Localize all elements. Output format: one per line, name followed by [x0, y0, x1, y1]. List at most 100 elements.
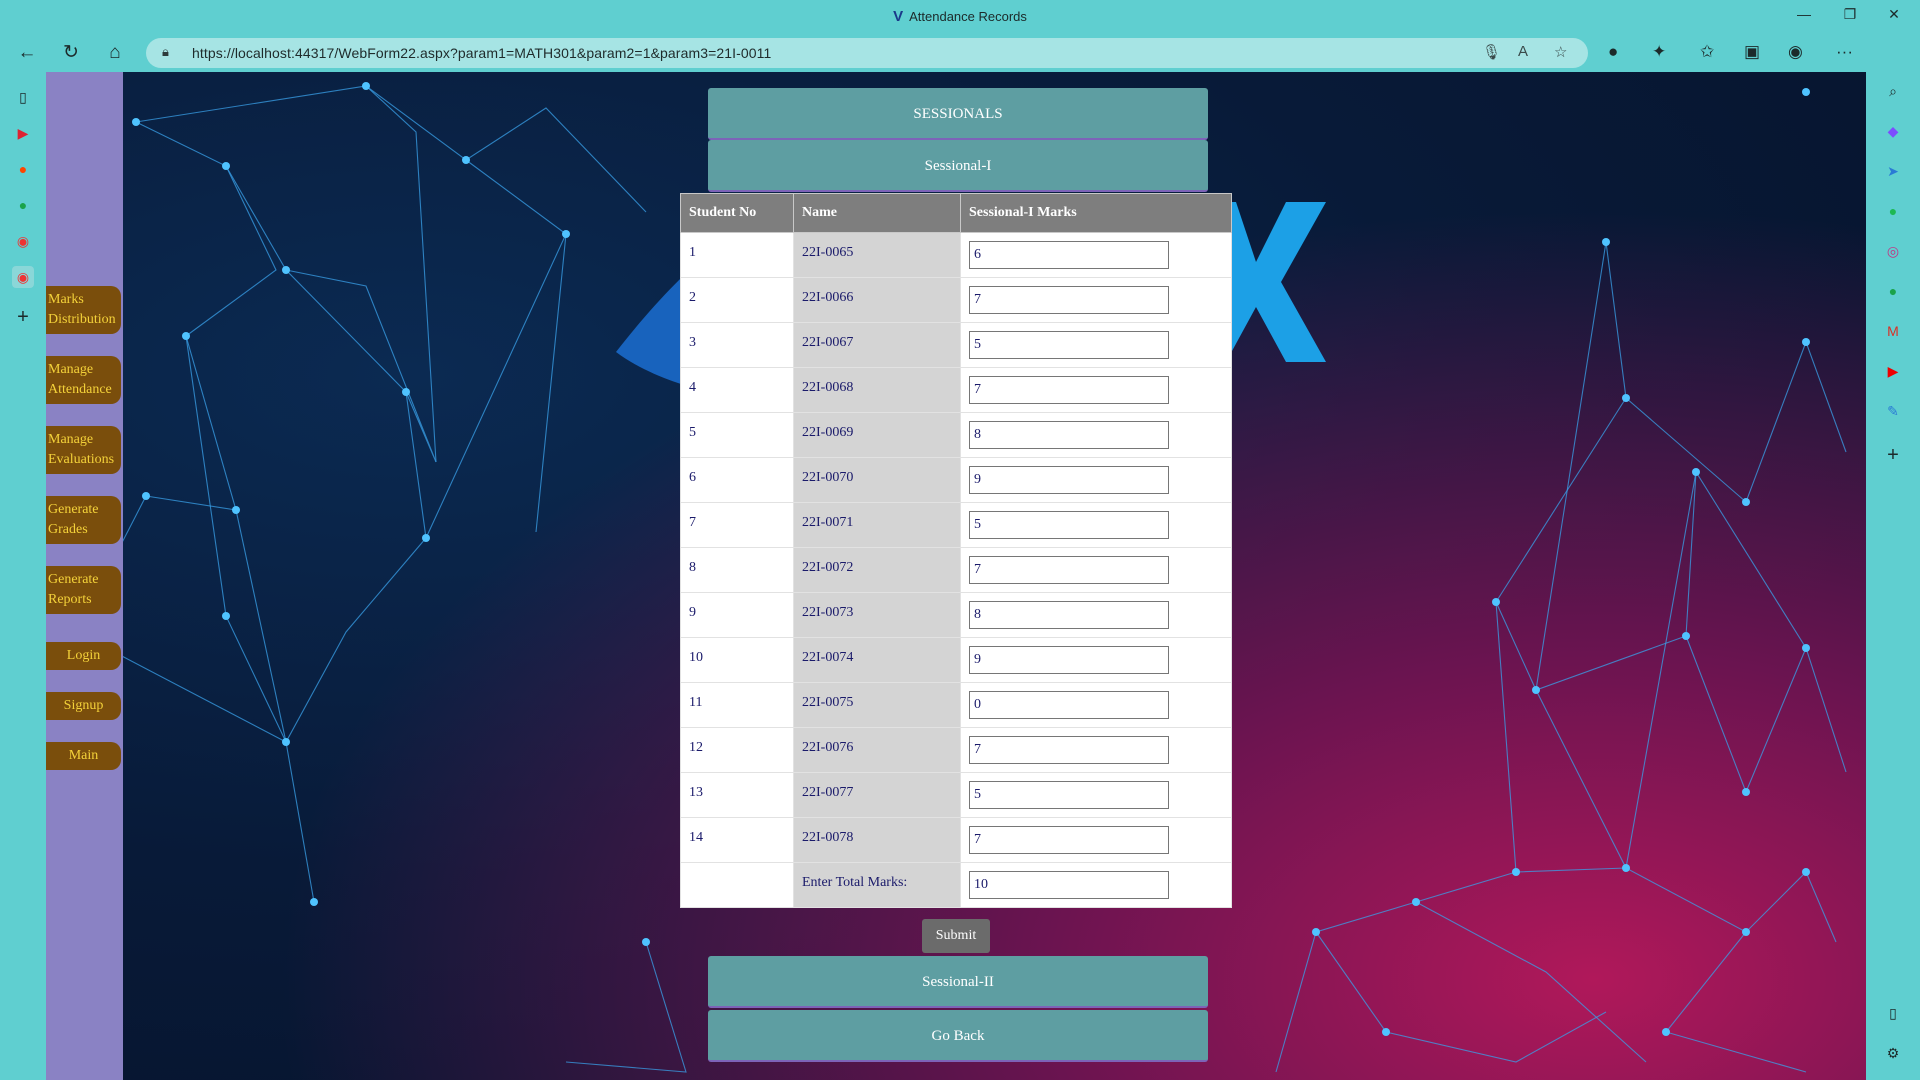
puzzle-icon[interactable]: ✦	[1652, 42, 1666, 62]
student-name-cell: 22I-0078	[793, 817, 961, 863]
table-row: 12 22I-0076	[680, 727, 1232, 773]
go-back-button[interactable]: Go Back	[708, 1010, 1208, 1062]
marks-input[interactable]	[969, 781, 1169, 809]
close-button[interactable]: ✕	[1874, 6, 1914, 23]
main-button[interactable]: Main	[46, 742, 121, 770]
extension-icon[interactable]: ●	[1608, 42, 1618, 62]
sessional-1-button[interactable]: Sessional-I	[708, 140, 1208, 192]
tab-youtube-icon[interactable]: ▶	[12, 122, 34, 144]
title-bar: V Attendance Records — ❐ ✕	[0, 0, 1920, 34]
submit-button[interactable]: Submit	[922, 919, 990, 953]
table-row: 11 22I-0075	[680, 682, 1232, 728]
search-icon[interactable]: ⌕	[1882, 80, 1904, 102]
manage-evaluations-button[interactable]: Manage Evaluations	[46, 426, 121, 474]
whatsapp-icon[interactable]: ●	[1882, 280, 1904, 302]
column-header-student-no: Student No	[680, 193, 794, 233]
marks-cell	[960, 322, 1232, 368]
favorite-star-icon[interactable]: ☆	[1554, 43, 1567, 61]
tab-whatsapp-icon[interactable]: ●	[12, 194, 34, 216]
window-title: V Attendance Records	[0, 8, 1920, 25]
student-no-cell: 5	[680, 412, 794, 458]
read-aloud-icon[interactable]: A	[1518, 43, 1528, 60]
signup-button[interactable]: Signup	[46, 692, 121, 720]
tab-reddit-icon[interactable]: ●	[12, 158, 34, 180]
add-sidebar-app-icon[interactable]: +	[1882, 444, 1904, 466]
marks-cell	[960, 817, 1232, 863]
instagram-icon[interactable]: ◎	[1882, 240, 1904, 262]
login-button[interactable]: Login	[46, 642, 121, 670]
copilot-icon[interactable]: ◆	[1882, 120, 1904, 142]
refresh-icon[interactable]: ↻	[56, 40, 86, 66]
table-body: 122I-0065222I-0066322I-0067422I-0068522I…	[680, 232, 1232, 863]
table-row: 2 22I-0066	[680, 277, 1232, 323]
spotify-icon[interactable]: ●	[1882, 200, 1904, 222]
back-arrow-icon[interactable]: ←	[12, 40, 42, 66]
total-marks-label: Enter Total Marks:	[793, 862, 961, 908]
marks-input[interactable]	[969, 736, 1169, 764]
tab-record-icon[interactable]: ◉	[12, 230, 34, 252]
restore-button[interactable]: ❐	[1830, 6, 1870, 23]
student-no-cell: 4	[680, 367, 794, 413]
total-marks-row: Enter Total Marks:	[680, 862, 1232, 908]
microphone-icon[interactable]: 🎙︎	[1482, 43, 1501, 61]
marks-input[interactable]	[969, 826, 1169, 854]
youtube-icon[interactable]: ▶	[1882, 360, 1904, 382]
marks-cell	[960, 412, 1232, 458]
table-row: 4 22I-0068	[680, 367, 1232, 413]
student-name-cell: 22I-0068	[793, 367, 961, 413]
hide-sidebar-icon[interactable]: ▯	[1882, 1002, 1904, 1024]
sessional-2-button[interactable]: Sessional-II	[708, 956, 1208, 1008]
marks-input[interactable]	[969, 511, 1169, 539]
tab-actions-icon[interactable]: ▯	[12, 86, 34, 108]
marks-input[interactable]	[969, 331, 1169, 359]
settings-gear-icon[interactable]: ⚙	[1882, 1042, 1904, 1064]
student-no-cell: 14	[680, 817, 794, 863]
total-empty-cell	[680, 862, 794, 908]
marks-input[interactable]	[969, 556, 1169, 584]
marks-cell	[960, 547, 1232, 593]
column-header-name: Name	[793, 193, 961, 233]
sessionals-header-button[interactable]: SESSIONALS	[708, 88, 1208, 140]
student-no-cell: 13	[680, 772, 794, 818]
marks-input[interactable]	[969, 286, 1169, 314]
student-name-cell: 22I-0074	[793, 637, 961, 683]
student-no-cell: 2	[680, 277, 794, 323]
marks-distribution-button[interactable]: Marks Distribution	[46, 286, 121, 334]
student-no-cell: 1	[680, 232, 794, 278]
favorites-icon[interactable]: ✩	[1700, 42, 1714, 62]
manage-attendance-button[interactable]: Manage Attendance	[46, 356, 121, 404]
generate-grades-button[interactable]: Generate Grades	[46, 496, 121, 544]
minimize-button[interactable]: —	[1784, 6, 1824, 22]
gmail-icon[interactable]: M	[1882, 320, 1904, 342]
more-menu-icon[interactable]: ···	[1836, 42, 1853, 62]
student-no-cell: 6	[680, 457, 794, 503]
marks-table: Student No Name Sessional-I Marks 1 22I-0…	[680, 193, 1232, 908]
student-no-cell: 11	[680, 682, 794, 728]
table-row: 1 22I-0065	[680, 232, 1232, 278]
url-text: https://localhost:44317/WebForm22.aspx?p…	[192, 45, 772, 61]
marks-input[interactable]	[969, 421, 1169, 449]
student-name-cell: 22I-0067	[793, 322, 961, 368]
marks-input[interactable]	[969, 691, 1169, 719]
student-no-cell: 9	[680, 592, 794, 638]
total-marks-input[interactable]	[969, 871, 1169, 899]
marks-input[interactable]	[969, 376, 1169, 404]
table-row: 14 22I-0078	[680, 817, 1232, 863]
marks-input[interactable]	[969, 601, 1169, 629]
marks-input[interactable]	[969, 466, 1169, 494]
collections-icon[interactable]: ▣	[1744, 42, 1760, 62]
telegram-icon[interactable]: ➤	[1882, 160, 1904, 182]
marks-input[interactable]	[969, 241, 1169, 269]
app-icon[interactable]: ✎	[1882, 400, 1904, 422]
table-header-row: Student No Name Sessional-I Marks	[680, 193, 1232, 233]
home-icon[interactable]: ⌂	[100, 40, 130, 66]
student-name-cell: 22I-0066	[793, 277, 961, 323]
generate-reports-button[interactable]: Generate Reports	[46, 566, 121, 614]
tab-active-record-icon[interactable]: ◉	[12, 266, 34, 288]
marks-input[interactable]	[969, 646, 1169, 674]
new-tab-plus-icon[interactable]: +	[12, 306, 34, 328]
student-name-cell: 22I-0077	[793, 772, 961, 818]
profile-avatar-icon[interactable]: ◉	[1788, 42, 1803, 62]
address-bar[interactable]: 🔒︎ https://localhost:44317/WebForm22.asp…	[146, 38, 1588, 68]
marks-cell	[960, 592, 1232, 638]
